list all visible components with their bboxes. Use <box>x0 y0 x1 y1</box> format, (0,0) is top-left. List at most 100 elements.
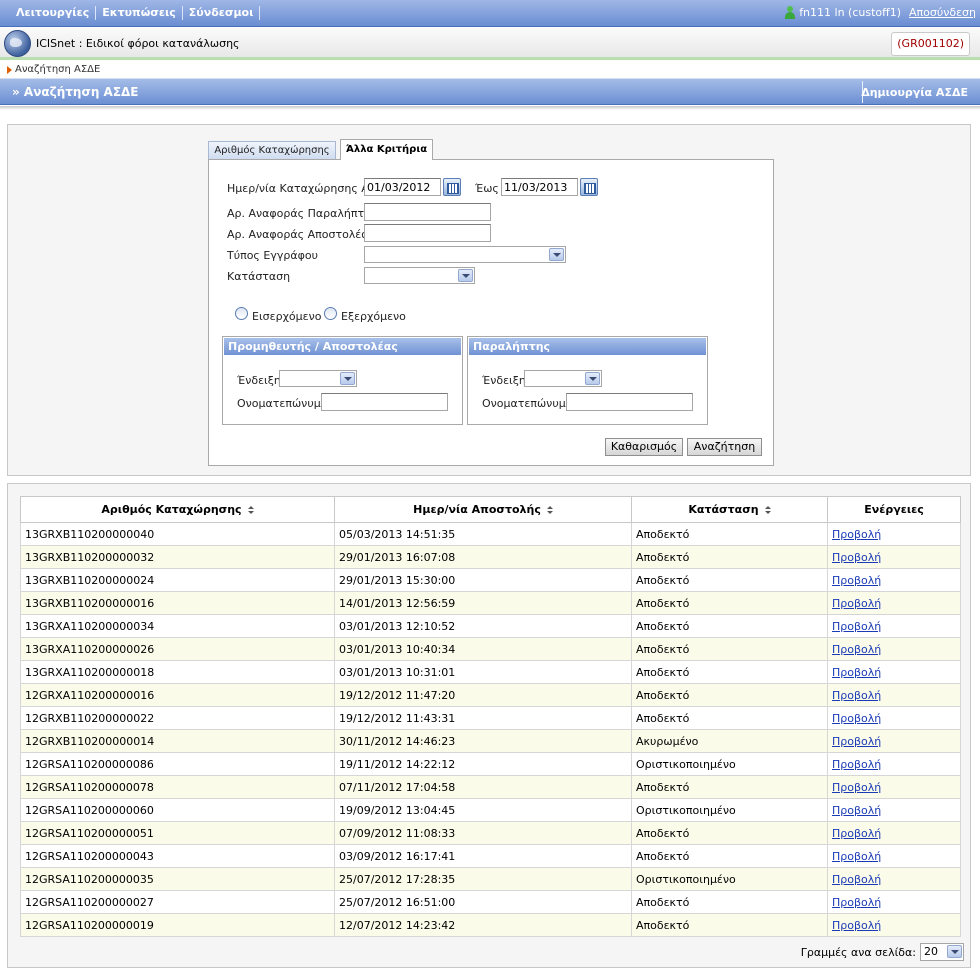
view-link[interactable]: Προβολή <box>832 666 881 679</box>
view-link[interactable]: Προβολή <box>832 873 881 886</box>
cell-actions: Προβολή <box>827 660 961 684</box>
doc-type-label: Τύπος Εγγράφου <box>227 249 318 262</box>
table-row: 13GRXB110200000024 29/01/2013 15:30:00 Απο… <box>20 568 961 592</box>
view-link[interactable]: Προβολή <box>832 551 881 564</box>
outgoing-radio[interactable] <box>324 307 337 320</box>
cell-send-date: 19/12/2012 11:43:31 <box>334 706 632 730</box>
menu-item-functions[interactable]: Λειτουργίες <box>10 6 97 20</box>
incoming-radio[interactable] <box>235 307 248 320</box>
user-icon <box>784 6 796 19</box>
view-link[interactable]: Προβολή <box>832 620 881 633</box>
rows-per-page-value: 20 <box>924 945 938 958</box>
view-link[interactable]: Προβολή <box>832 758 881 771</box>
cell-send-date: 07/09/2012 11:08:33 <box>334 821 632 845</box>
sender-ref-input[interactable] <box>364 224 491 242</box>
cell-status: Αποδεκτό <box>631 706 828 730</box>
cell-actions: Προβολή <box>827 683 961 707</box>
cell-send-date: 12/07/2012 14:23:42 <box>334 913 632 937</box>
view-link[interactable]: Προβολή <box>832 574 881 587</box>
view-link[interactable]: Προβολή <box>832 827 881 840</box>
cell-send-date: 29/01/2013 16:07:08 <box>334 545 632 569</box>
date-from-calendar-icon[interactable] <box>443 178 461 196</box>
cell-actions: Προβολή <box>827 637 961 661</box>
chevron-down-icon <box>585 372 600 385</box>
view-link[interactable]: Προβολή <box>832 804 881 817</box>
clear-button[interactable]: Καθαρισμός <box>605 438 683 456</box>
col-header-send-date[interactable]: Ημερ/νία Αποστολής <box>334 496 632 523</box>
table-row: 13GRXB110200000032 29/01/2013 16:07:08 Απο… <box>20 545 961 569</box>
app-header: ICISnet : Ειδικοί φόροι κατανάλωσης (GR0… <box>0 27 980 60</box>
table-row: 13GRXB110200000040 05/03/2013 14:51:35 Απο… <box>20 522 961 546</box>
cell-send-date: 25/07/2012 17:28:35 <box>334 867 632 891</box>
cell-status: Αποδεκτό <box>631 821 828 845</box>
cell-registration-number: 13GRXA110200000018 <box>20 660 335 684</box>
date-to-input[interactable] <box>501 178 578 196</box>
receiver-indication-select[interactable] <box>524 370 602 387</box>
view-link[interactable]: Προβολή <box>832 528 881 541</box>
cell-actions: Προβολή <box>827 614 961 638</box>
tab-other-criteria[interactable]: Άλλα Κριτήρια <box>340 139 433 160</box>
view-link[interactable]: Προβολή <box>832 712 881 725</box>
menu-item-prints[interactable]: Εκτυπώσεις <box>96 6 183 20</box>
table-row: 13GRXA110200000026 03/01/2013 10:40:34 Απο… <box>20 637 961 661</box>
app-title: ICISnet : Ειδικοί φόροι κατανάλωσης <box>36 37 240 50</box>
receiver-ref-input[interactable] <box>364 203 491 221</box>
sort-icon <box>546 505 553 515</box>
page-title: » Αναζήτηση ΑΣΔΕ <box>12 85 139 99</box>
supplier-indication-select[interactable] <box>279 370 357 387</box>
cell-send-date: 29/01/2013 15:30:00 <box>334 568 632 592</box>
cell-send-date: 03/01/2013 12:10:52 <box>334 614 632 638</box>
breadcrumb: Αναζήτηση ΑΣΔΕ <box>0 63 980 78</box>
tab-registration-number[interactable]: Αριθμός Καταχώρησης <box>208 141 336 159</box>
date-from-input[interactable] <box>364 178 441 196</box>
results-body: 13GRXB110200000040 05/03/2013 14:51:35 Απο… <box>20 522 961 937</box>
cell-send-date: 07/11/2012 17:04:58 <box>334 775 632 799</box>
receiver-fullname-input[interactable] <box>566 393 693 411</box>
user-area: fn111 ln (custoff1) Αποσύνδεση <box>784 6 976 19</box>
view-link[interactable]: Προβολή <box>832 597 881 610</box>
table-row: 12GRXB110200000014 30/11/2012 14:46:23 Ακυ… <box>20 729 961 753</box>
cell-status: Αποδεκτό <box>631 683 828 707</box>
chevron-down-icon <box>947 945 962 958</box>
pager: Γραμμές ανα σελίδα: 20 <box>801 943 964 961</box>
status-select[interactable] <box>364 267 475 284</box>
col-header-status[interactable]: Κατάσταση <box>631 496 828 523</box>
cell-registration-number: 12GRXA110200000016 <box>20 683 335 707</box>
cell-registration-number: 12GRSA110200000051 <box>20 821 335 845</box>
page-title-bar: » Αναζήτηση ΑΣΔΕ Δημιουργία ΑΣΔΕ <box>0 78 980 105</box>
sort-icon <box>247 505 254 515</box>
doc-type-select[interactable] <box>364 246 566 263</box>
view-link[interactable]: Προβολή <box>832 919 881 932</box>
create-asde-link[interactable]: Δημιουργία ΑΣΔΕ <box>861 86 968 99</box>
col-header-registration-number[interactable]: Αριθμός Καταχώρησης <box>20 496 335 523</box>
search-button[interactable]: Αναζήτηση <box>687 438 762 456</box>
view-link[interactable]: Προβολή <box>832 643 881 656</box>
table-row: 13GRXB110200000016 14/01/2013 12:56:59 Απο… <box>20 591 961 615</box>
table-row: 13GRXA110200000034 03/01/2013 12:10:52 Απο… <box>20 614 961 638</box>
cell-status: Αποδεκτό <box>631 568 828 592</box>
cell-actions: Προβολή <box>827 844 961 868</box>
cell-actions: Προβολή <box>827 591 961 615</box>
rows-per-page-select[interactable]: 20 <box>920 943 964 961</box>
cell-send-date: 19/11/2012 14:22:12 <box>334 752 632 776</box>
cell-status: Οριστικοποιημένο <box>631 798 828 822</box>
view-link[interactable]: Προβολή <box>832 781 881 794</box>
view-link[interactable]: Προβολή <box>832 735 881 748</box>
cell-status: Αποδεκτό <box>631 522 828 546</box>
cell-registration-number: 13GRXA110200000034 <box>20 614 335 638</box>
cell-status: Αποδεκτό <box>631 844 828 868</box>
logout-link[interactable]: Αποσύνδεση <box>909 6 976 19</box>
table-row: 12GRSA110200000060 19/09/2012 13:04:45 Ορι… <box>20 798 961 822</box>
menu-item-links[interactable]: Σύνδεσμοι <box>183 6 261 20</box>
date-to-calendar-icon[interactable] <box>580 178 598 196</box>
cell-send-date: 25/07/2012 16:51:00 <box>334 890 632 914</box>
cell-actions: Προβολή <box>827 890 961 914</box>
view-link[interactable]: Προβολή <box>832 850 881 863</box>
table-row: 12GRSA110200000051 07/09/2012 11:08:33 Απο… <box>20 821 961 845</box>
view-link[interactable]: Προβολή <box>832 689 881 702</box>
supplier-fullname-input[interactable] <box>321 393 448 411</box>
cell-registration-number: 12GRSA110200000043 <box>20 844 335 868</box>
view-link[interactable]: Προβολή <box>832 896 881 909</box>
breadcrumb-item[interactable]: Αναζήτηση ΑΣΔΕ <box>15 64 100 75</box>
cell-registration-number: 12GRSA110200000060 <box>20 798 335 822</box>
